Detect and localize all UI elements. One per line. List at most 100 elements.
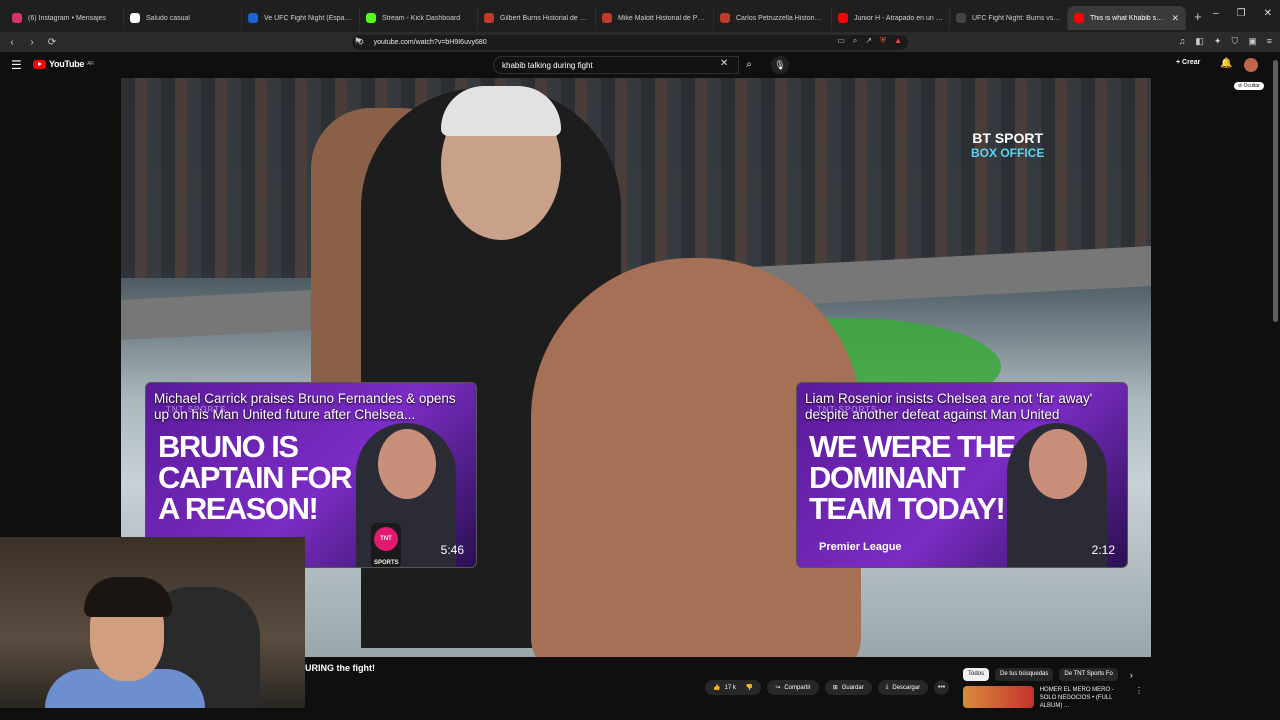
chevron-right-icon[interactable]: › — [1130, 670, 1133, 680]
tab-label: UFC Fight Night: Burns vs Malott | — [972, 14, 1061, 22]
menu-icon[interactable]: ≡ — [1267, 36, 1272, 47]
end-card-duration: 5:46 — [440, 543, 464, 557]
tab-favicon-icon — [12, 13, 22, 23]
tnt-badge: TNT SPORTS — [374, 527, 399, 566]
browser-tab[interactable]: Gilbert Burns Historial de Peleas de — [478, 6, 596, 30]
end-card-title: Michael Carrick praises Bruno Fernandes … — [154, 391, 456, 422]
more-actions-button[interactable]: ••• — [934, 680, 950, 695]
sidebar-icon[interactable]: ◧ — [1195, 36, 1204, 47]
tab-label: Junior H - Atrapado en un Sueño — [854, 14, 943, 22]
recommendation-menu-icon[interactable]: ⋮ — [1135, 686, 1143, 710]
browser-tab-active[interactable]: This is what Khabib says to ✕ — [1068, 6, 1186, 30]
dislike-icon[interactable]: 👎 — [746, 684, 753, 691]
youtube-play-icon — [33, 59, 46, 69]
hide-label: Ocultar — [1243, 83, 1260, 89]
tab-label: This is what Khabib says to — [1090, 14, 1165, 22]
hide-button[interactable]: ⊘ Ocultar — [1234, 82, 1264, 90]
youtube-logo-text: YouTube — [49, 59, 85, 69]
browser-tab[interactable]: Ve UFC Fight Night (Español) UFC — [242, 6, 360, 30]
webcam-overlay — [0, 537, 305, 708]
browser-tab[interactable]: Mike Malott Historial de Peleas de — [596, 6, 714, 30]
page-scrollbar[interactable] — [1273, 60, 1278, 322]
vpn-icon[interactable]: ⛉ — [1231, 36, 1238, 47]
recommendation-title[interactable]: HOMER EL MERO MERO - SOLO NEGOCIOS • (FU… — [1040, 686, 1129, 710]
clear-search-icon[interactable]: ✕ — [720, 58, 728, 69]
restore-button[interactable]: ❐ — [1237, 8, 1246, 19]
related-filter-chips: Todos De tus búsquedas De TNT Sports Fo … — [963, 668, 1133, 681]
premier-league-badge: Premier League — [819, 541, 902, 553]
tab-favicon-icon — [720, 13, 730, 23]
youtube-header: ☰ YouTube AR khabib talking during fight… — [0, 52, 1280, 78]
voice-search-icon[interactable]: 🎙 — [771, 56, 789, 74]
share-label: Compartir — [784, 684, 811, 691]
tab-label: Stream - Kick Dashboard — [382, 14, 461, 22]
url-text: youtube.com/watch?v=bH9I6uvy680 — [373, 39, 487, 46]
tab-label: (6) Instagram • Mensajes — [28, 14, 106, 22]
cast-icon[interactable]: ▭ — [837, 36, 845, 46]
tnt-microphone: TNT SPORTS — [371, 523, 401, 567]
chip-from-searches[interactable]: De tus búsquedas — [995, 668, 1054, 681]
brave-shield-icon[interactable]: ⛨ — [880, 36, 886, 46]
zoom-icon[interactable]: ⌕ — [853, 36, 857, 46]
create-label: Crear — [1182, 59, 1201, 66]
download-button[interactable]: ⤓ Descargar — [877, 680, 929, 695]
guide-menu-icon[interactable]: ☰ — [11, 58, 22, 72]
search-input[interactable]: khabib talking during fight — [493, 56, 739, 74]
bookmark-icon[interactable]: ⚑ — [354, 36, 362, 47]
share-page-icon[interactable]: ↗ — [865, 36, 872, 46]
extensions-icon[interactable]: ✦ — [1214, 36, 1222, 47]
broadcaster-watermark: BT SPORT BOX OFFICE — [971, 130, 1044, 160]
like-button[interactable]: 👍 17 k 👎 — [705, 680, 762, 695]
end-card-video[interactable]: TNT SPORTS WE WERE THE DOMINANT TEAM TOD… — [796, 382, 1128, 568]
tab-favicon-icon — [956, 13, 966, 23]
browser-tab[interactable]: Saludo casual — [124, 6, 242, 30]
browser-tab[interactable]: UFC Fight Night: Burns vs Malott | — [950, 6, 1068, 30]
close-tab-icon[interactable]: ✕ — [1171, 13, 1179, 24]
tab-label: Carlos Petruzzella Historial de Pele — [736, 14, 825, 22]
tab-favicon-icon — [366, 13, 376, 23]
account-avatar[interactable] — [1244, 58, 1258, 72]
address-bar[interactable]: ⛭ youtube.com/watch?v=bH9I6uvy680 ▭ ⌕ ↗ … — [352, 35, 908, 50]
tab-label: Saludo casual — [146, 14, 190, 22]
wallet-icon[interactable]: ▣ — [1248, 36, 1257, 47]
browser-tab[interactable]: Carlos Petruzzella Historial de Pele — [714, 6, 832, 30]
search-icon[interactable]: ⌕ — [739, 56, 759, 74]
back-icon[interactable]: ‹ — [4, 37, 20, 48]
recommendation-thumbnail[interactable] — [963, 686, 1034, 708]
tab-favicon-icon — [484, 13, 494, 23]
download-icon: ⤓ — [885, 684, 889, 690]
download-label: Descargar — [892, 684, 921, 691]
reload-icon[interactable]: ⟳ — [44, 37, 60, 48]
notifications-bell-icon[interactable]: 🔔 — [1220, 58, 1232, 69]
minimize-button[interactable]: – — [1213, 8, 1219, 19]
region-code: AR — [87, 61, 94, 67]
new-tab-button[interactable]: + — [1194, 9, 1202, 24]
share-button[interactable]: ↪ Compartir — [767, 680, 819, 695]
create-button[interactable]: + Crear — [1176, 59, 1200, 66]
like-icon: 👍 — [713, 685, 721, 691]
window-controls: – ❐ ✕ — [1213, 8, 1272, 19]
end-card-person-head — [378, 429, 436, 499]
chip-all[interactable]: Todos — [963, 668, 990, 681]
browser-tab[interactable]: Stream - Kick Dashboard — [360, 6, 478, 30]
recommendation-item[interactable]: HOMER EL MERO MERO - SOLO NEGOCIOS • (FU… — [963, 686, 1143, 710]
save-label: Guardar — [841, 684, 864, 691]
close-window-button[interactable]: ✕ — [1264, 8, 1272, 19]
browser-tab[interactable]: Junior H - Atrapado en un Sueño — [832, 6, 950, 30]
forward-icon[interactable]: › — [24, 37, 40, 48]
tab-favicon-icon — [602, 13, 612, 23]
tab-list: (6) Instagram • Mensajes Saludo casual Ve … — [6, 2, 1186, 30]
watermark-line2: BOX OFFICE — [971, 146, 1045, 160]
tab-label: Ve UFC Fight Night (Español) UFC — [264, 14, 353, 22]
video-title: URING the fight! — [305, 663, 375, 673]
webcam-person-hair — [84, 577, 172, 617]
share-icon: ↪ — [775, 685, 781, 691]
browser-tab[interactable]: (6) Instagram • Mensajes — [6, 6, 124, 30]
tab-favicon-icon — [130, 13, 140, 23]
youtube-logo[interactable]: YouTube AR — [33, 59, 94, 69]
save-button[interactable]: ⊞ Guardar — [824, 680, 872, 695]
rewards-icon[interactable]: ▲ — [894, 36, 902, 46]
media-icon[interactable]: ♫ — [1179, 36, 1186, 47]
chip-from-channel[interactable]: De TNT Sports Fo — [1059, 668, 1118, 681]
end-card-headline: WE WERE THE DOMINANT TEAM TODAY! — [809, 429, 1016, 526]
